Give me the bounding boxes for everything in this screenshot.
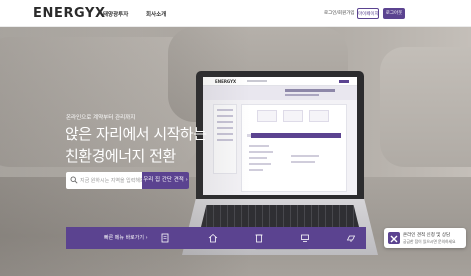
logo[interactable]: ENERGYX <box>33 6 106 21</box>
screen-nav-button <box>339 80 349 83</box>
document-icon[interactable] <box>160 233 170 243</box>
background-sofa-right <box>380 47 471 167</box>
nav-link-solar-invest[interactable]: 태양광투자 <box>103 10 128 18</box>
chat-widget[interactable]: 온라인 견적 신청 및 상담 궁금한 점이 있으시면 문의하세요 <box>384 228 466 248</box>
screen-banner-title <box>285 89 335 92</box>
mypage-button[interactable]: 마이페이지 <box>357 8 379 19</box>
screen-card <box>309 110 329 122</box>
logout-button[interactable]: 로그아웃 <box>383 8 405 19</box>
screen-row <box>249 145 269 147</box>
login-link[interactable]: 로그인/회원가입 <box>318 8 355 19</box>
screen-row <box>291 155 319 157</box>
screen-highlight-bar <box>251 133 341 138</box>
screen-row <box>249 169 263 171</box>
quick-menu-bar: 빠른 메뉴 바로가기 › <box>66 227 366 249</box>
screen-row <box>249 163 271 165</box>
quote-cta-button[interactable]: 우리 집 간단 견적 › <box>142 172 189 189</box>
screen-row <box>249 151 273 153</box>
search-icon <box>70 176 78 184</box>
chat-subtitle: 궁금한 점이 있으시면 문의하세요 <box>403 239 456 244</box>
screen-card <box>257 110 277 122</box>
building-icon[interactable] <box>254 233 264 243</box>
screen-banner-subtitle <box>285 94 319 96</box>
chat-title: 온라인 견적 신청 및 상담 <box>403 233 451 238</box>
quick-menu-label[interactable]: 빠른 메뉴 바로가기 › <box>104 234 148 241</box>
panel-icon[interactable] <box>346 233 356 243</box>
chat-logo-icon <box>388 232 400 244</box>
monitor-icon[interactable] <box>300 233 310 243</box>
screen-row <box>249 157 267 159</box>
screen-card <box>283 110 303 122</box>
hero-headline-line2: 친환경에너지 전환 <box>65 147 176 165</box>
screen-nav-links <box>247 80 267 82</box>
screen-row <box>291 161 315 163</box>
top-navigation: ENERGYX 태양광투자 회사소개 로그인/회원가입 마이페이지 로그아웃 <box>0 0 471 27</box>
hero-eyebrow: 온라인으로 계약부터 관리까지 <box>66 115 136 121</box>
house-icon[interactable] <box>208 233 218 243</box>
hero-headline-line1: 앉은 자리에서 시작하는 <box>65 125 207 143</box>
nav-link-company[interactable]: 회사소개 <box>146 10 166 18</box>
screen-cards <box>247 110 343 122</box>
